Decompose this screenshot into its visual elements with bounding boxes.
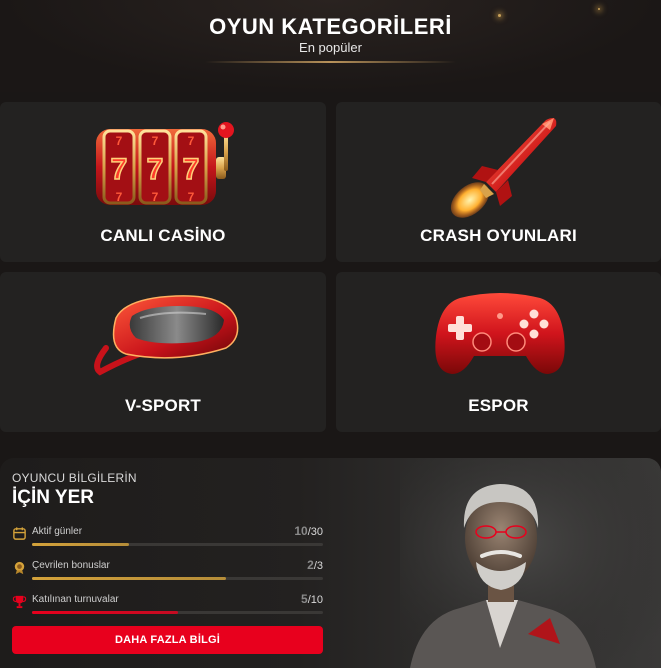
category-card-v-sport[interactable]: V-SPORT bbox=[0, 272, 326, 432]
svg-text:7: 7 bbox=[116, 190, 123, 204]
sparkle-decoration bbox=[598, 8, 600, 10]
stat-label: Katılınan turnuvalar bbox=[32, 594, 119, 605]
calendar-icon bbox=[13, 527, 26, 540]
section-header: OYUN KATEGORİLERİ En popüler bbox=[0, 0, 661, 92]
stat-value: 10/30 bbox=[294, 524, 323, 538]
progress-track bbox=[32, 543, 323, 546]
stat-active-days: Aktif günler 10/30 bbox=[12, 524, 323, 548]
svg-text:7: 7 bbox=[147, 153, 164, 186]
progress-track bbox=[32, 577, 323, 580]
svg-text:7: 7 bbox=[183, 153, 200, 186]
stat-value: 5/10 bbox=[301, 592, 323, 606]
stat-label: Aktif günler bbox=[32, 526, 83, 537]
trophy-icon bbox=[12, 595, 27, 609]
progress-track bbox=[32, 611, 323, 614]
stat-tournaments: Katılınan turnuvalar 5/10 bbox=[12, 592, 323, 616]
player-portrait-image bbox=[400, 458, 661, 668]
stat-label: Çevrilen bonuslar bbox=[32, 560, 110, 571]
gamepad-icon bbox=[435, 293, 565, 374]
slot-machine-icon: 7 7 7 7 7 7 7 7 7 bbox=[96, 122, 234, 205]
svg-text:7: 7 bbox=[111, 153, 128, 186]
more-info-button[interactable]: DAHA FAZLA BİLGİ bbox=[12, 626, 323, 654]
vr-headset-icon bbox=[94, 295, 239, 376]
svg-text:7: 7 bbox=[188, 190, 195, 204]
player-info-panel: OYUNCU BİLGİLERİN İÇİN YER Aktif günler … bbox=[0, 458, 661, 668]
category-card-canli-casino[interactable]: 7 7 7 7 7 7 7 7 7 CANLI CASİNO bbox=[0, 102, 326, 262]
category-label: CANLI CASİNO bbox=[100, 226, 226, 245]
rocket-icon bbox=[450, 118, 557, 218]
svg-text:7: 7 bbox=[152, 134, 159, 148]
panel-kicker: OYUNCU BİLGİLERİN bbox=[12, 471, 137, 485]
section-subtitle: En popüler bbox=[299, 40, 362, 55]
svg-text:7: 7 bbox=[188, 134, 195, 148]
section-title: OYUN KATEGORİLERİ bbox=[209, 14, 452, 39]
category-card-espor[interactable]: ESPOR bbox=[336, 272, 661, 432]
category-label: ESPOR bbox=[468, 396, 529, 415]
svg-text:7: 7 bbox=[152, 190, 159, 204]
category-label: CRASH OYUNLARI bbox=[420, 226, 577, 245]
title-underline bbox=[205, 61, 456, 63]
progress-fill bbox=[32, 611, 178, 614]
stat-spun-bonuses: Çevrilen bonuslar 2/3 bbox=[12, 558, 323, 582]
progress-fill bbox=[32, 543, 129, 546]
stat-value: 2/3 bbox=[307, 558, 323, 572]
medal-icon bbox=[14, 561, 25, 575]
category-card-crash-oyunlari[interactable]: CRASH OYUNLARI bbox=[336, 102, 661, 262]
panel-heading: İÇİN YER bbox=[12, 487, 95, 508]
svg-text:7: 7 bbox=[116, 134, 123, 148]
progress-fill bbox=[32, 577, 227, 580]
category-label: V-SPORT bbox=[124, 396, 202, 415]
